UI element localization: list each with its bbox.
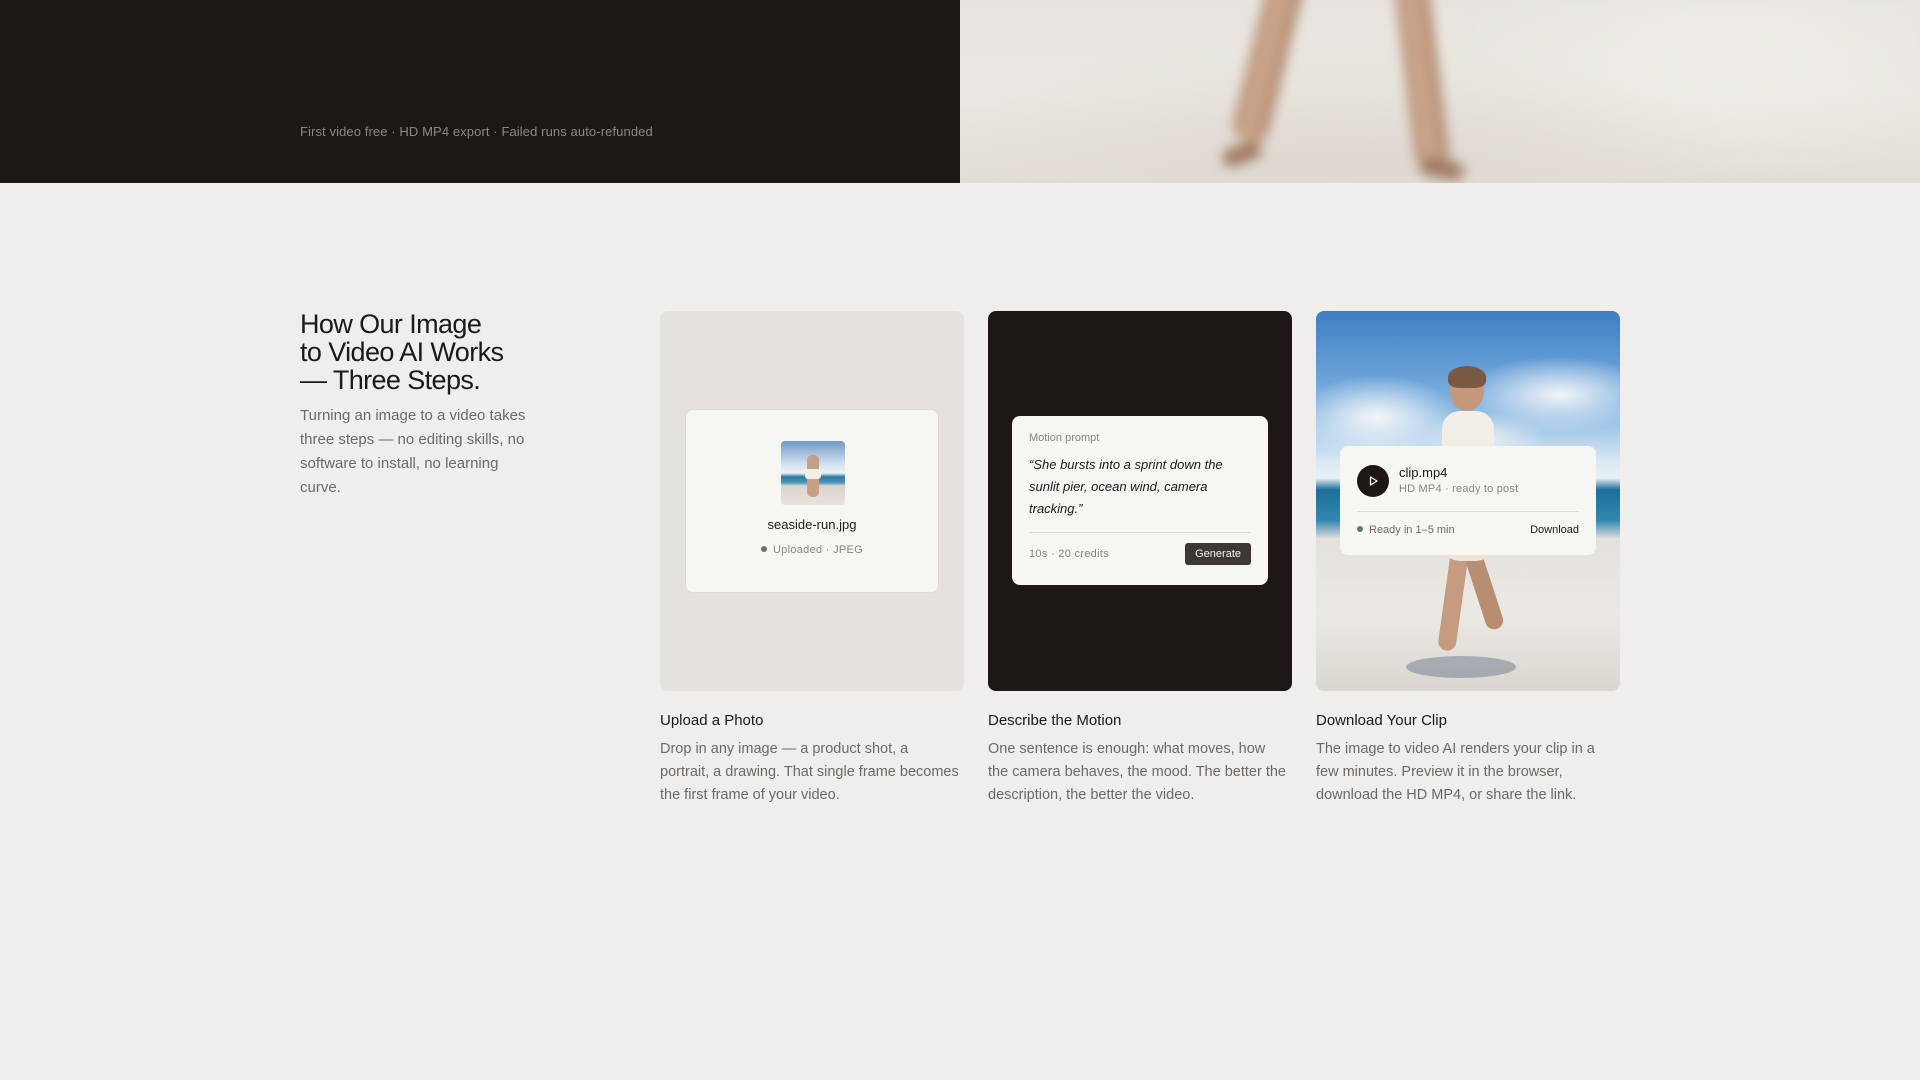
section-subtitle: Turning an image to a video takes three … bbox=[300, 407, 526, 496]
status-dot-icon bbox=[1357, 526, 1363, 532]
clip-meta: HD MP4 · ready to post bbox=[1399, 483, 1519, 495]
uploaded-image-thumbnail bbox=[781, 441, 845, 505]
download-step-card: clip.mp4 HD MP4 · ready to post Ready in… bbox=[1316, 311, 1620, 691]
prompt-text[interactable]: “She bursts into a sprint down the sunli… bbox=[1029, 454, 1251, 520]
status-dot-icon bbox=[760, 546, 767, 552]
step-title-download: Download Your Clip bbox=[1316, 712, 1447, 729]
upload-preview[interactable]: seaside-run.jpg Uploaded · JPEG bbox=[685, 409, 939, 593]
step-description-upload: Drop in any image — a product shot, a po… bbox=[660, 741, 959, 803]
prompt-meta: 10s · 20 credits bbox=[1029, 548, 1110, 560]
clip-panel: clip.mp4 HD MP4 · ready to post Ready in… bbox=[1340, 446, 1596, 555]
play-button[interactable] bbox=[1357, 465, 1389, 497]
step-title-upload: Upload a Photo bbox=[660, 712, 764, 729]
clip-name: clip.mp4 bbox=[1399, 465, 1448, 480]
ready-status: Ready in 1–5 min bbox=[1357, 524, 1455, 536]
file-name: seaside-run.jpg bbox=[767, 517, 857, 532]
prompt-panel: Motion prompt “She bursts into a sprint … bbox=[1012, 416, 1268, 585]
describe-step-card: Motion prompt “She bursts into a sprint … bbox=[988, 311, 1292, 691]
prompt-label: Motion prompt bbox=[1029, 432, 1100, 444]
hero-image bbox=[960, 0, 1920, 183]
step-title-describe: Describe the Motion bbox=[988, 712, 1122, 729]
section-title: How Our Image to Video AI Works — Three … bbox=[300, 309, 504, 395]
generate-button[interactable]: Generate bbox=[1185, 543, 1251, 565]
step-description-download: The image to video AI renders your clip … bbox=[1316, 741, 1595, 803]
file-status: Uploaded · JPEG bbox=[686, 544, 938, 556]
upload-step-card: seaside-run.jpg Uploaded · JPEG bbox=[660, 311, 964, 691]
play-icon bbox=[1369, 476, 1378, 486]
hero-note: First video free · HD MP4 export · Faile… bbox=[300, 124, 653, 139]
download-button[interactable]: Download bbox=[1530, 524, 1579, 536]
step-description-describe: One sentence is enough: what moves, how … bbox=[988, 741, 1286, 803]
hero-dark-panel: First video free · HD MP4 export · Faile… bbox=[0, 0, 960, 183]
